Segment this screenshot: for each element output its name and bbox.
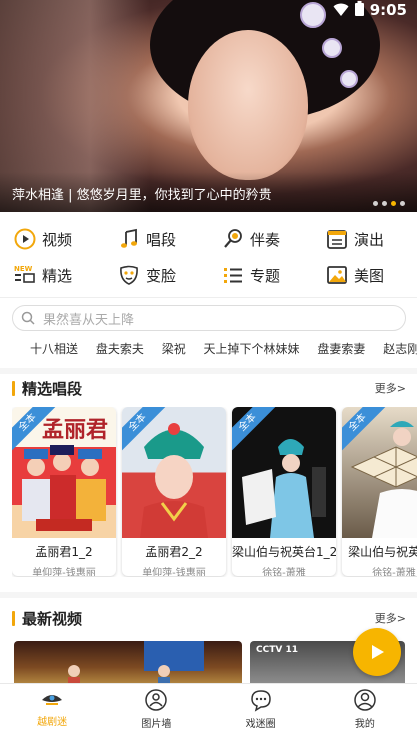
album-artist: 单仰萍-钱惠丽 — [142, 568, 206, 576]
battery-icon — [354, 0, 364, 20]
banner-caption: 萍水相逢 | 悠悠岁月里，你找到了心中的矜贵 — [12, 188, 272, 203]
album-card[interactable]: 全本 孟丽君2_2 单仰萍-钱惠丽 — [122, 407, 226, 576]
nav-label: 越剧迷 — [37, 717, 68, 728]
tv-channel-logo: CCTV 11 — [256, 645, 298, 655]
microphone-icon — [224, 229, 242, 248]
category-grid: 视频 唱段 伴奏 演出 NEW 精选 变脸 专题 美图 — [0, 222, 417, 294]
banner-hair-ornament — [300, 2, 326, 28]
category-label: 唱段 — [146, 230, 177, 249]
new-list-icon: NEW — [14, 265, 35, 283]
album-card[interactable]: 孟丽君 全本 孟丽君1_2 单仰萍-钱惠丽 — [12, 407, 116, 576]
picture-wall-icon — [145, 689, 168, 711]
category-label: 精选 — [42, 266, 73, 285]
category-performance[interactable]: 演出 — [312, 222, 416, 256]
album-artist: 徐铭-萧雅 — [262, 568, 306, 576]
section-divider — [0, 368, 417, 374]
nav-label: 戏迷圈 — [245, 719, 276, 730]
section-title: 精选唱段 — [22, 379, 83, 398]
app-screen: 萍水相逢 | 悠悠岁月里，你找到了心中的矜贵 9:05 视频 唱段 伴奏 演出 … — [0, 0, 417, 734]
nav-label: 我的 — [354, 719, 375, 730]
category-label: 视频 — [42, 230, 73, 249]
category-photos[interactable]: 美图 — [312, 258, 416, 292]
category-label: 美图 — [354, 266, 385, 285]
category-accompaniment[interactable]: 伴奏 — [208, 222, 312, 256]
tag-item[interactable]: 天上掉下个林妹妹 — [204, 340, 300, 357]
tag-item[interactable]: 梁祝 — [162, 340, 186, 357]
video-thumbnail[interactable] — [14, 641, 242, 685]
more-link[interactable]: 更多> — [375, 610, 406, 626]
nav-label: 图片墙 — [141, 719, 172, 730]
picture-icon — [327, 266, 347, 284]
user-icon — [354, 689, 376, 711]
bottom-nav: 越剧迷 图片墙 戏迷圈 我的 — [0, 683, 417, 734]
tag-item[interactable]: 盘夫索夫 — [96, 340, 144, 357]
tag-item[interactable]: 盘妻索妻 — [317, 340, 365, 357]
pagination-dot — [373, 201, 378, 206]
category-label: 伴奏 — [250, 230, 281, 249]
section-divider — [0, 592, 417, 598]
search-placeholder: 果然喜从天上降 — [43, 312, 135, 328]
pagination-dot — [382, 201, 387, 206]
album-cover: 全本 — [232, 407, 336, 538]
album-name: 梁山伯与祝英台1_2 — [232, 545, 336, 559]
music-note-icon — [121, 228, 137, 248]
nav-tab-fan-circle[interactable]: 戏迷圈 — [209, 684, 313, 734]
category-label: 演出 — [354, 230, 385, 249]
album-card[interactable]: 全本 梁山伯与祝英台2 徐铭-萧雅 — [342, 407, 417, 576]
pagination-dot — [400, 201, 405, 206]
album-artist: 徐铭-萧雅 — [372, 568, 416, 576]
floating-play-button[interactable] — [353, 628, 401, 676]
album-cover-title: 孟丽君 — [42, 417, 108, 443]
category-topics[interactable]: 专题 — [208, 258, 312, 292]
featured-songs-list: 孟丽君 全本 孟丽君1_2 单仰萍-钱惠丽 全本 孟丽君2_2 单仰萍-钱惠丽 … — [12, 407, 417, 577]
category-video[interactable]: 视频 — [0, 222, 104, 256]
album-artist: 单仰萍-钱惠丽 — [32, 568, 96, 576]
category-songs[interactable]: 唱段 — [104, 222, 208, 256]
category-face-change[interactable]: 变脸 — [104, 258, 208, 292]
album-name: 孟丽君2_2 — [145, 545, 203, 559]
pagination-dot-active — [391, 201, 396, 206]
banner-hair-ornament — [322, 38, 342, 58]
album-cover: 孟丽君 全本 — [12, 407, 116, 538]
search-bar[interactable]: 果然喜从天上降 — [12, 305, 406, 331]
nav-tab-mine[interactable]: 我的 — [313, 684, 417, 734]
latest-videos-header: 最新视频 更多> — [12, 608, 406, 628]
section-accent-bar — [12, 380, 15, 396]
new-badge: NEW — [14, 265, 33, 273]
play-icon — [372, 645, 384, 659]
hot-search-tags: 十八相送 盘夫索夫 梁祝 天上掉下个林妹妹 盘妻索妻 赵志刚 蝴 — [0, 340, 417, 360]
calendar-icon — [327, 230, 347, 249]
hero-banner[interactable]: 萍水相逢 | 悠悠岁月里，你找到了心中的矜贵 9:05 — [0, 0, 417, 212]
album-name: 梁山伯与祝英台2 — [348, 545, 417, 559]
album-name: 孟丽君1_2 — [35, 545, 93, 559]
album-card[interactable]: 全本 梁山伯与祝英台1_2 徐铭-萧雅 — [232, 407, 336, 576]
category-label: 专题 — [250, 266, 281, 285]
section-divider — [0, 297, 417, 298]
wifi-icon — [333, 3, 349, 16]
album-cover: 全本 — [122, 407, 226, 538]
category-label: 变脸 — [146, 266, 177, 285]
chat-bubble-icon — [250, 690, 271, 712]
nav-tab-picture-wall[interactable]: 图片墙 — [104, 684, 208, 734]
banner-portrait-face — [188, 30, 308, 180]
status-bar: 9:05 — [333, 0, 417, 20]
section-title: 最新视频 — [22, 609, 83, 628]
opera-mask-icon — [120, 265, 138, 285]
search-icon — [21, 311, 35, 325]
category-featured[interactable]: NEW 精选 — [0, 258, 104, 292]
tag-item[interactable]: 十八相送 — [30, 340, 78, 357]
tag-item[interactable]: 赵志刚 — [383, 340, 417, 357]
nav-tab-home[interactable]: 越剧迷 — [0, 684, 104, 734]
featured-songs-header: 精选唱段 更多> — [12, 378, 406, 398]
banner-pagination — [373, 201, 405, 206]
status-time: 9:05 — [369, 1, 407, 19]
banner-hair-ornament — [340, 70, 358, 88]
album-cover: 全本 — [342, 407, 417, 538]
list-icon — [224, 268, 242, 283]
play-circle-icon — [14, 228, 36, 250]
video-thumbnail-art — [68, 641, 204, 685]
more-link[interactable]: 更多> — [375, 380, 406, 396]
section-accent-bar — [12, 610, 15, 626]
yueju-logo-icon — [42, 695, 63, 705]
